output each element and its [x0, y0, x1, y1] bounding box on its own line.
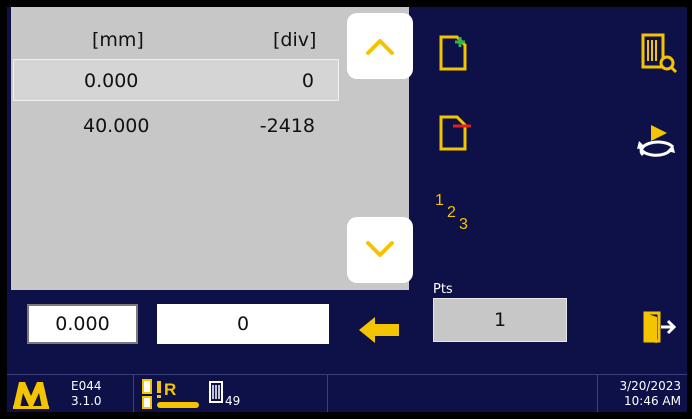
points-label: Pts	[433, 282, 453, 297]
chevron-down-icon	[366, 241, 394, 257]
firmware-version: 3.1.0	[71, 394, 102, 408]
status-divider	[597, 375, 598, 412]
app-screen: [mm] [div] 0.000 0 40.000 -2418 1 2 3 Pt…	[7, 7, 687, 412]
numbering-icon: 1 2 3	[435, 192, 468, 233]
device-code: E044	[71, 379, 102, 393]
table-row[interactable]: 0.000 0	[13, 59, 339, 101]
mode-indicator: R	[141, 378, 201, 410]
new-file-icon	[439, 35, 467, 71]
status-divider	[133, 375, 134, 412]
status-bar: E044 3.1.0 R 49 3/20/2023 10:46 AM	[7, 374, 687, 412]
view-file-icon	[641, 33, 678, 74]
view-file-button[interactable]	[639, 31, 679, 75]
mm-input[interactable]: 0.000	[27, 304, 138, 344]
cycle-icon	[637, 125, 675, 157]
cycle-button[interactable]	[633, 121, 679, 165]
column-header-div: [div]	[273, 29, 317, 51]
status-time: 10:46 AM	[624, 394, 681, 408]
status-divider	[327, 375, 328, 412]
delete-file-button[interactable]	[437, 113, 475, 153]
numbering-digit-three: 3	[459, 216, 468, 233]
column-header-mm: [mm]	[92, 29, 144, 51]
numbering-digit-two: 2	[447, 204, 456, 221]
scroll-down-button[interactable]	[347, 217, 413, 283]
chevron-up-icon	[366, 39, 394, 55]
points-field[interactable]: 1	[433, 298, 567, 342]
cell-div: -2418	[259, 115, 315, 137]
logo	[11, 378, 51, 410]
exit-icon	[643, 311, 677, 343]
mode-letter: R	[164, 380, 176, 399]
mode-indicator-icon: R	[142, 379, 199, 409]
file-stack-icon	[209, 381, 223, 403]
left-arrow-icon	[359, 317, 399, 343]
file-count-badge	[207, 379, 227, 405]
scroll-up-button[interactable]	[347, 13, 413, 79]
table-row[interactable]: 40.000 -2418	[13, 105, 339, 147]
enter-button[interactable]	[357, 315, 401, 345]
file-count: 49	[225, 394, 241, 408]
cell-div: 0	[301, 70, 314, 92]
exit-button[interactable]	[641, 309, 677, 345]
status-date: 3/20/2023	[619, 379, 681, 393]
cell-mm: 40.000	[83, 115, 150, 137]
new-file-button[interactable]	[437, 33, 471, 73]
numbering-button[interactable]: 1 2 3	[433, 185, 483, 235]
measurement-table: [mm] [div] 0.000 0 40.000 -2418	[11, 7, 413, 290]
brand-logo-icon	[13, 382, 49, 409]
div-input[interactable]: 0	[157, 304, 329, 344]
delete-file-icon	[439, 115, 471, 151]
numbering-digit-one: 1	[435, 192, 444, 209]
cell-mm: 0.000	[84, 70, 139, 92]
